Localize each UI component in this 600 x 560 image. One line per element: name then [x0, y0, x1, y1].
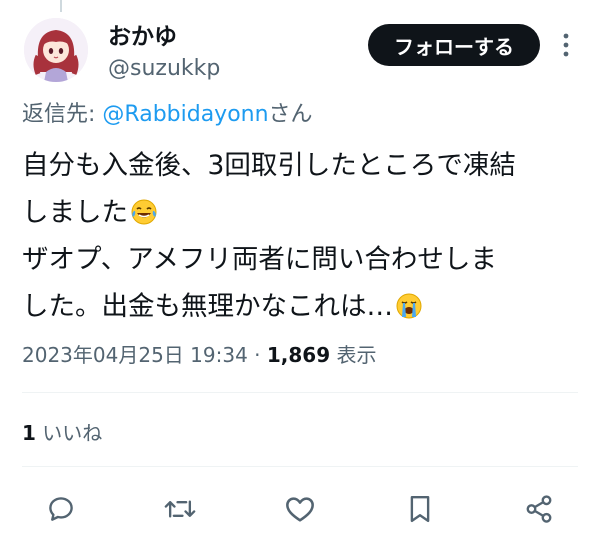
- share-button[interactable]: [514, 484, 564, 534]
- action-bar: [0, 484, 600, 534]
- retweet-button[interactable]: [155, 484, 205, 534]
- reply-to-suffix: さん: [268, 102, 313, 127]
- reply-to-prefix: 返信先:: [22, 102, 103, 127]
- avatar-illustration: [24, 18, 88, 82]
- reply-button[interactable]: [36, 484, 86, 534]
- like-button[interactable]: [275, 484, 325, 534]
- tweet-meta: 2023年04月25日 19:34 · 1,869 表示: [22, 340, 377, 370]
- timestamp[interactable]: 2023年04月25日 19:34: [22, 343, 248, 367]
- tweet-line-text: しました: [22, 197, 128, 228]
- more-options-icon[interactable]: [556, 30, 576, 60]
- bookmark-button[interactable]: [395, 484, 445, 534]
- bookmark-icon: [410, 495, 430, 523]
- tweet-line-with-emoji: した。出金も無理かなこれは…: [22, 283, 582, 330]
- reply-icon: [49, 497, 73, 521]
- like-icon: [286, 497, 314, 522]
- reply-to-line: 返信先: @Rabbidayonnさん: [22, 100, 313, 130]
- divider: [22, 392, 578, 393]
- tweet-line: ザオプ、アメフリ両者に問い合わせしま: [22, 244, 497, 275]
- retweet-icon: [164, 500, 196, 518]
- likes-label: いいね: [35, 421, 103, 445]
- avatar[interactable]: [24, 18, 88, 82]
- divider: [22, 466, 578, 467]
- tweet-text: 自分も入金後、3回取引したところで凍結 しました ザオプ、アメフリ両者に問い合わ…: [22, 142, 582, 330]
- meta-separator: ·: [247, 343, 267, 367]
- views-count: 1,869: [266, 343, 331, 367]
- share-icon: [526, 495, 552, 523]
- thread-connector-line: [60, 0, 62, 12]
- tears-of-joy-emoji-icon: [130, 194, 158, 225]
- likes-stat[interactable]: 1 いいね: [22, 418, 102, 448]
- tweet-line: 自分も入金後、3回取引したところで凍結: [22, 150, 516, 181]
- user-handle[interactable]: @suzukkp: [108, 54, 220, 84]
- reply-to-mention-link[interactable]: @Rabbidayonn: [102, 102, 268, 127]
- tweet-line-text: した。出金も無理かなこれは…: [22, 291, 393, 322]
- display-name[interactable]: おかゆ: [108, 22, 220, 52]
- follow-button[interactable]: フォローする: [368, 24, 540, 66]
- views-label: 表示: [330, 343, 377, 367]
- likes-count: 1: [22, 421, 36, 445]
- user-info: おかゆ @suzukkp: [108, 22, 220, 84]
- tweet-line-with-emoji: しました: [22, 189, 582, 236]
- loudly-crying-emoji-icon: [395, 288, 423, 319]
